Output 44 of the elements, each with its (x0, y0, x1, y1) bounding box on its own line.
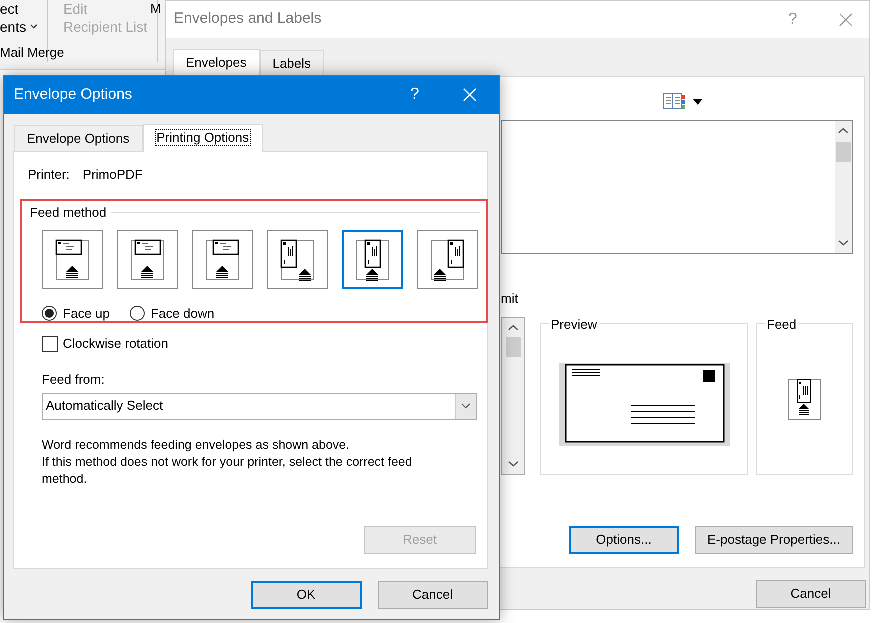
note-text: If this method does not work for your printer, select the correct feed method. (42, 454, 414, 488)
tab[interactable]: Envelopes (173, 49, 260, 77)
reset-button: Reset (364, 526, 476, 554)
radio-button[interactable] (42, 306, 57, 321)
chevron-down-icon (461, 403, 471, 409)
radio-label[interactable]: Face down (150, 304, 215, 323)
feed-option[interactable] (192, 230, 253, 288)
feed-option[interactable] (117, 230, 178, 288)
window-title: Envelopes and Labels (174, 9, 322, 30)
radio-button[interactable] (130, 306, 145, 321)
group-label: Feed method (30, 204, 107, 222)
printer-label: Printer: (28, 166, 70, 184)
omit-label: mit (501, 291, 520, 307)
tab[interactable]: Labels (260, 50, 324, 76)
dropdown[interactable]: Automatically Select (42, 392, 477, 420)
tab[interactable]: Envelope Options (14, 125, 143, 151)
tab[interactable]: Printing Options (142, 124, 264, 152)
feed-option[interactable] (267, 230, 328, 288)
checkbox-label[interactable]: Clockwise rotation (63, 334, 168, 354)
dropdown-arrow-icon[interactable] (693, 98, 703, 104)
ribbon-group-label: Mail Merge (0, 45, 66, 61)
ribbon-button[interactable]: M (150, 0, 162, 18)
field-label: Feed from: (42, 372, 106, 388)
ribbon-button[interactable]: ect ents (0, 0, 42, 38)
close-icon[interactable] (839, 12, 853, 26)
button[interactable]: Options... (569, 526, 679, 554)
help-button[interactable]: ? (405, 83, 425, 107)
return-address-field[interactable] (501, 317, 525, 475)
checkbox[interactable] (42, 336, 58, 352)
feed-icon (788, 378, 821, 420)
radio-label[interactable]: Face up (63, 304, 110, 323)
button[interactable]: Cancel (378, 581, 488, 609)
feed-option[interactable] (342, 230, 403, 288)
note-text: Word recommends feeding envelopes as shown above. (42, 436, 351, 454)
button[interactable]: E-postage Properties... (695, 526, 853, 554)
window-title: Envelope Options (14, 84, 132, 105)
feed-option[interactable] (417, 230, 478, 288)
cancel-button[interactable]: Cancel (756, 580, 866, 608)
printer-name: PrimoPDF (82, 166, 143, 184)
address-field[interactable] (501, 120, 853, 254)
scrollbar[interactable] (835, 121, 852, 253)
feed-option[interactable] (42, 230, 103, 288)
button[interactable]: OK (251, 581, 362, 609)
address-book-icon[interactable] (663, 93, 685, 110)
